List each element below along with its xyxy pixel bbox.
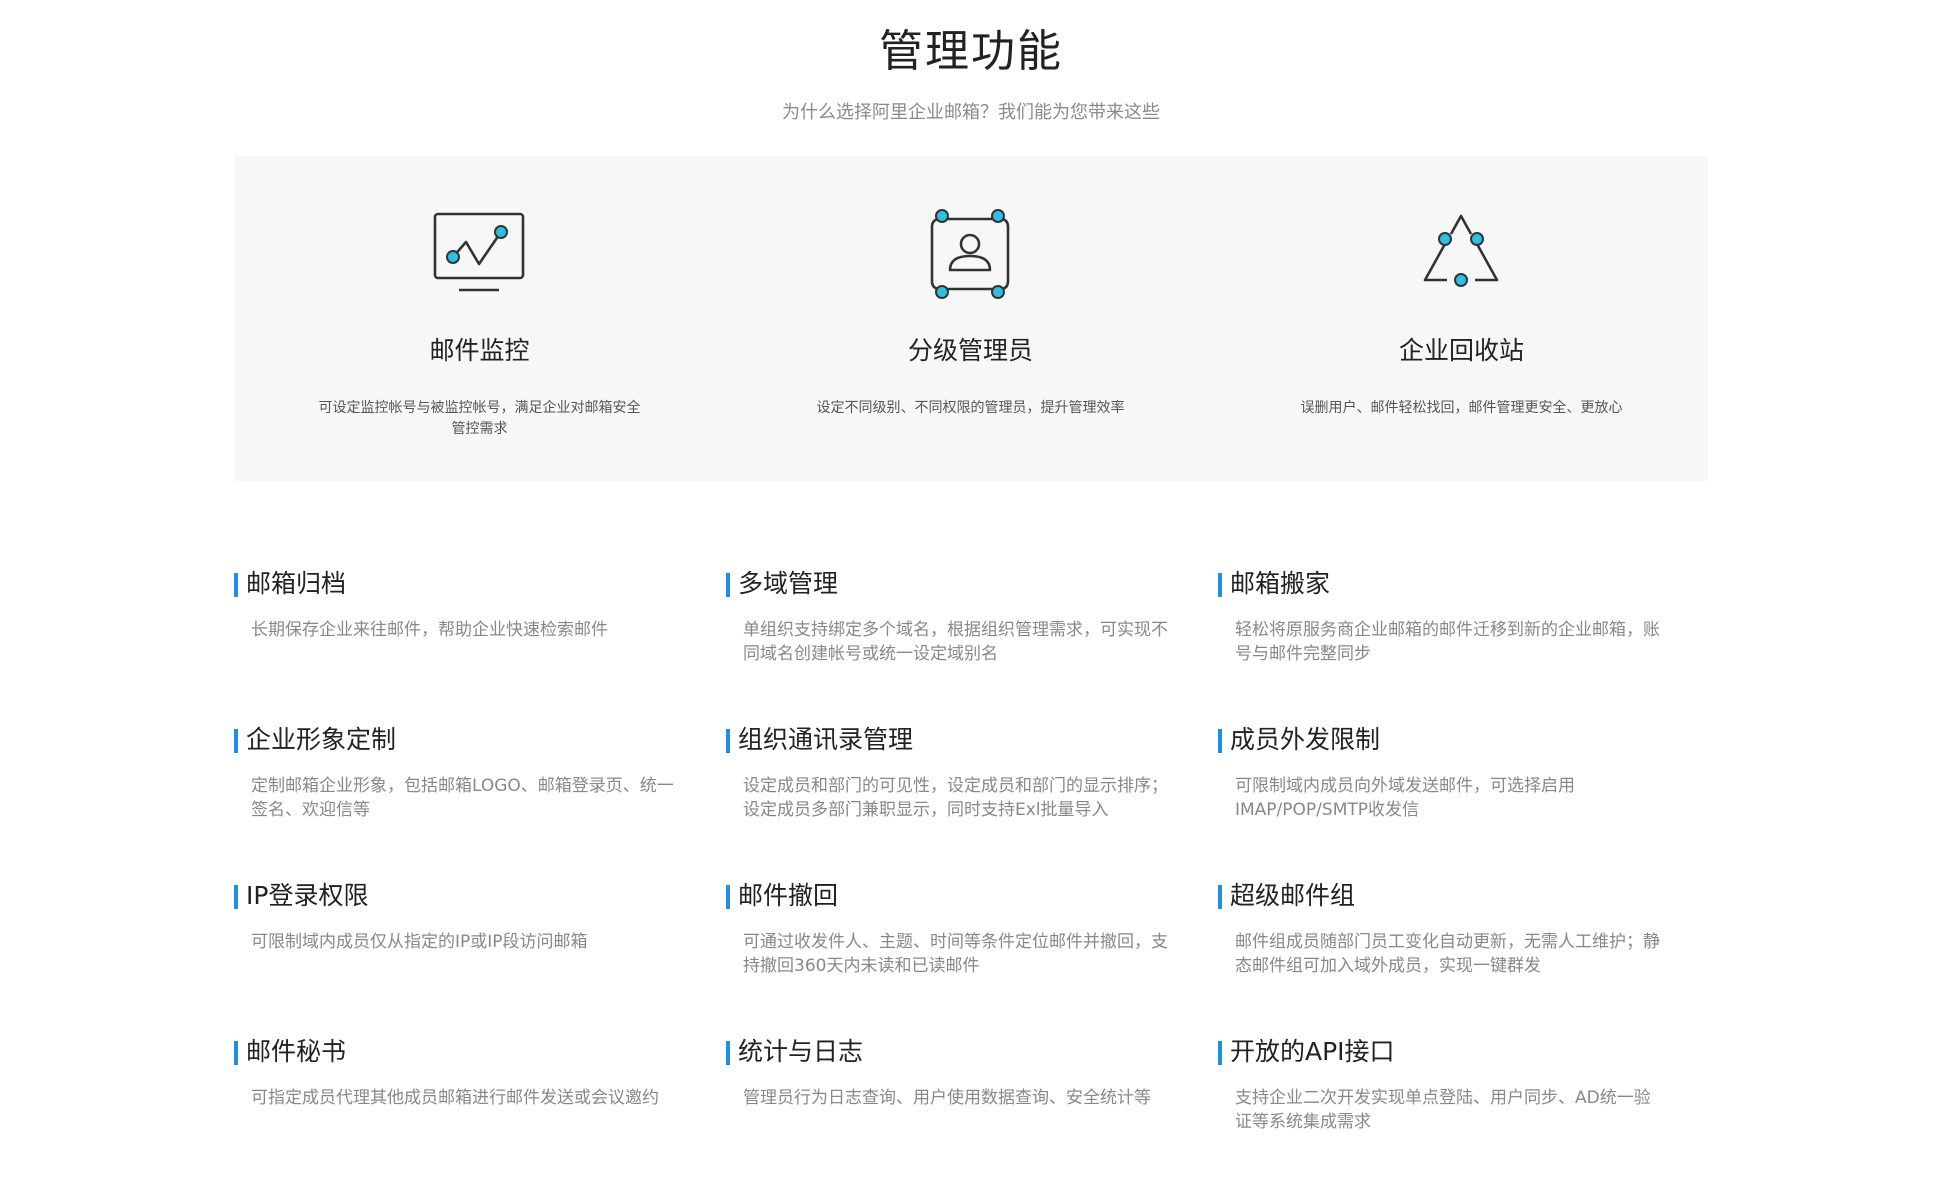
- feature-item-mail-secretary: 邮件秘书 可指定成员代理其他成员邮箱进行邮件发送或会议邀约: [234, 1029, 724, 1169]
- feature-item-mail-recall: 邮件撤回 可通过收发件人、主题、时间等条件定位邮件并撤回，支持撤回360天内未读…: [726, 873, 1216, 1013]
- accent-bar: [726, 1041, 730, 1065]
- feature-item-open-api: 开放的API接口 支持企业二次开发实现单点登陆、用户同步、AD统一验证等系统集成…: [1218, 1029, 1708, 1169]
- item-title: 组织通讯录管理: [738, 725, 914, 754]
- accent-bar: [1218, 729, 1222, 753]
- feature-item-super-group: 超级邮件组 邮件组成员随部门员工变化自动更新，无需人工维护；静态邮件组可加入域外…: [1218, 873, 1708, 1013]
- card-title: 邮件监控: [429, 336, 530, 365]
- item-desc: 可限制域内成员仅从指定的IP或IP段访问邮箱: [251, 932, 588, 952]
- feature-item-mail-migration: 邮箱搬家 轻松将原服务商企业邮箱的邮件迁移到新的企业邮箱，账号与邮件完整同步: [1218, 561, 1708, 701]
- feature-card-recycle-bin: 企业回收站 误删用户、邮件轻松找回，邮件管理更安全、更放心: [1216, 156, 1707, 481]
- card-desc: 可设定监控帐号与被监控帐号，满足企业对邮箱安全管控需求: [318, 400, 641, 437]
- item-title: 邮箱搬家: [1230, 569, 1331, 598]
- accent-bar: [1218, 1041, 1222, 1065]
- accent-bar: [726, 885, 730, 909]
- item-desc: 邮件组成员随部门员工变化自动更新，无需人工维护；静态邮件组可加入域外成员，实现一…: [1235, 932, 1660, 976]
- feature-item-mail-archive: 邮箱归档 长期保存企业来往邮件，帮助企业快速检索邮件: [234, 561, 724, 701]
- item-title: 邮箱归档: [246, 569, 347, 598]
- item-title: IP登录权限: [246, 881, 369, 910]
- item-desc: 长期保存企业来往邮件，帮助企业快速检索邮件: [251, 620, 608, 640]
- item-desc: 可限制域内成员向外域发送邮件，可选择启用IMAP/POP/SMTP收发信: [1235, 776, 1575, 820]
- feature-card-admin-levels: 分级管理员 设定不同级别、不同权限的管理员，提升管理效率: [725, 156, 1216, 481]
- item-desc: 轻松将原服务商企业邮箱的邮件迁移到新的企业邮箱，账号与邮件完整同步: [1235, 620, 1660, 664]
- accent-bar: [726, 573, 730, 597]
- card-desc: 误删用户、邮件轻松找回，邮件管理更安全、更放心: [1300, 400, 1623, 416]
- card-desc: 设定不同级别、不同权限的管理员，提升管理效率: [816, 400, 1125, 416]
- feature-item-brand-custom: 企业形象定制 定制邮箱企业形象，包括邮箱LOGO、邮箱登录页、统一签名、欢迎信等: [234, 717, 724, 857]
- feature-item-ip-login: IP登录权限 可限制域内成员仅从指定的IP或IP段访问邮箱: [234, 873, 724, 1013]
- accent-bar: [234, 885, 238, 909]
- page-title: 管理功能: [879, 26, 1063, 77]
- recycle-triangle-icon: [1423, 214, 1499, 287]
- feature-item-multi-domain: 多域管理 单组织支持绑定多个域名，根据组织管理需求，可实现不同域名创建帐号或统一…: [726, 561, 1216, 701]
- accent-bar: [234, 573, 238, 597]
- card-title: 企业回收站: [1398, 336, 1524, 365]
- item-desc: 可通过收发件人、主题、时间等条件定位邮件并撤回，支持撤回360天内未读和已读邮件: [743, 932, 1168, 976]
- feature-card-mail-monitor: 邮件监控 可设定监控帐号与被监控帐号，满足企业对邮箱安全管控需求: [234, 156, 725, 481]
- admin-person-icon: [930, 209, 1010, 299]
- item-desc: 定制邮箱企业形象，包括邮箱LOGO、邮箱登录页、统一签名、欢迎信等: [251, 776, 674, 820]
- accent-bar: [234, 1041, 238, 1065]
- page-subtitle: 为什么选择阿里企业邮箱？我们能为您带来这些: [782, 102, 1160, 123]
- item-desc: 可指定成员代理其他成员邮箱进行邮件发送或会议邀约: [251, 1088, 659, 1108]
- card-title: 分级管理员: [907, 336, 1033, 365]
- item-title: 统计与日志: [738, 1037, 864, 1066]
- item-title: 成员外发限制: [1230, 725, 1381, 754]
- item-desc: 设定成员和部门的可见性，设定成员和部门的显示排序；设定成员多部门兼职显示，同时支…: [743, 776, 1168, 820]
- item-desc: 单组织支持绑定多个域名，根据组织管理需求，可实现不同域名创建帐号或统一设定域别名: [743, 620, 1168, 664]
- feature-item-send-limit: 成员外发限制 可限制域内成员向外域发送邮件，可选择启用IMAP/POP/SMTP…: [1218, 717, 1708, 857]
- feature-panel: 邮件监控 可设定监控帐号与被监控帐号，满足企业对邮箱安全管控需求 分级管理员 设…: [234, 156, 1708, 481]
- accent-bar: [1218, 885, 1222, 909]
- feature-item-stats-logs: 统计与日志 管理员行为日志查询、用户使用数据查询、安全统计等: [726, 1029, 1216, 1169]
- monitor-chart-icon: [433, 212, 525, 292]
- item-title: 开放的API接口: [1230, 1037, 1395, 1066]
- item-title: 超级邮件组: [1230, 881, 1356, 910]
- accent-bar: [1218, 573, 1222, 597]
- item-desc: 支持企业二次开发实现单点登陆、用户同步、AD统一验证等系统集成需求: [1235, 1088, 1651, 1132]
- item-title: 邮件秘书: [246, 1037, 347, 1066]
- item-title: 邮件撤回: [738, 881, 839, 910]
- feature-item-org-contacts: 组织通讯录管理 设定成员和部门的可见性，设定成员和部门的显示排序；设定成员多部门…: [726, 717, 1216, 857]
- accent-bar: [726, 729, 730, 753]
- accent-bar: [234, 729, 238, 753]
- item-title: 企业形象定制: [246, 725, 397, 754]
- item-title: 多域管理: [738, 569, 839, 598]
- item-desc: 管理员行为日志查询、用户使用数据查询、安全统计等: [743, 1088, 1151, 1108]
